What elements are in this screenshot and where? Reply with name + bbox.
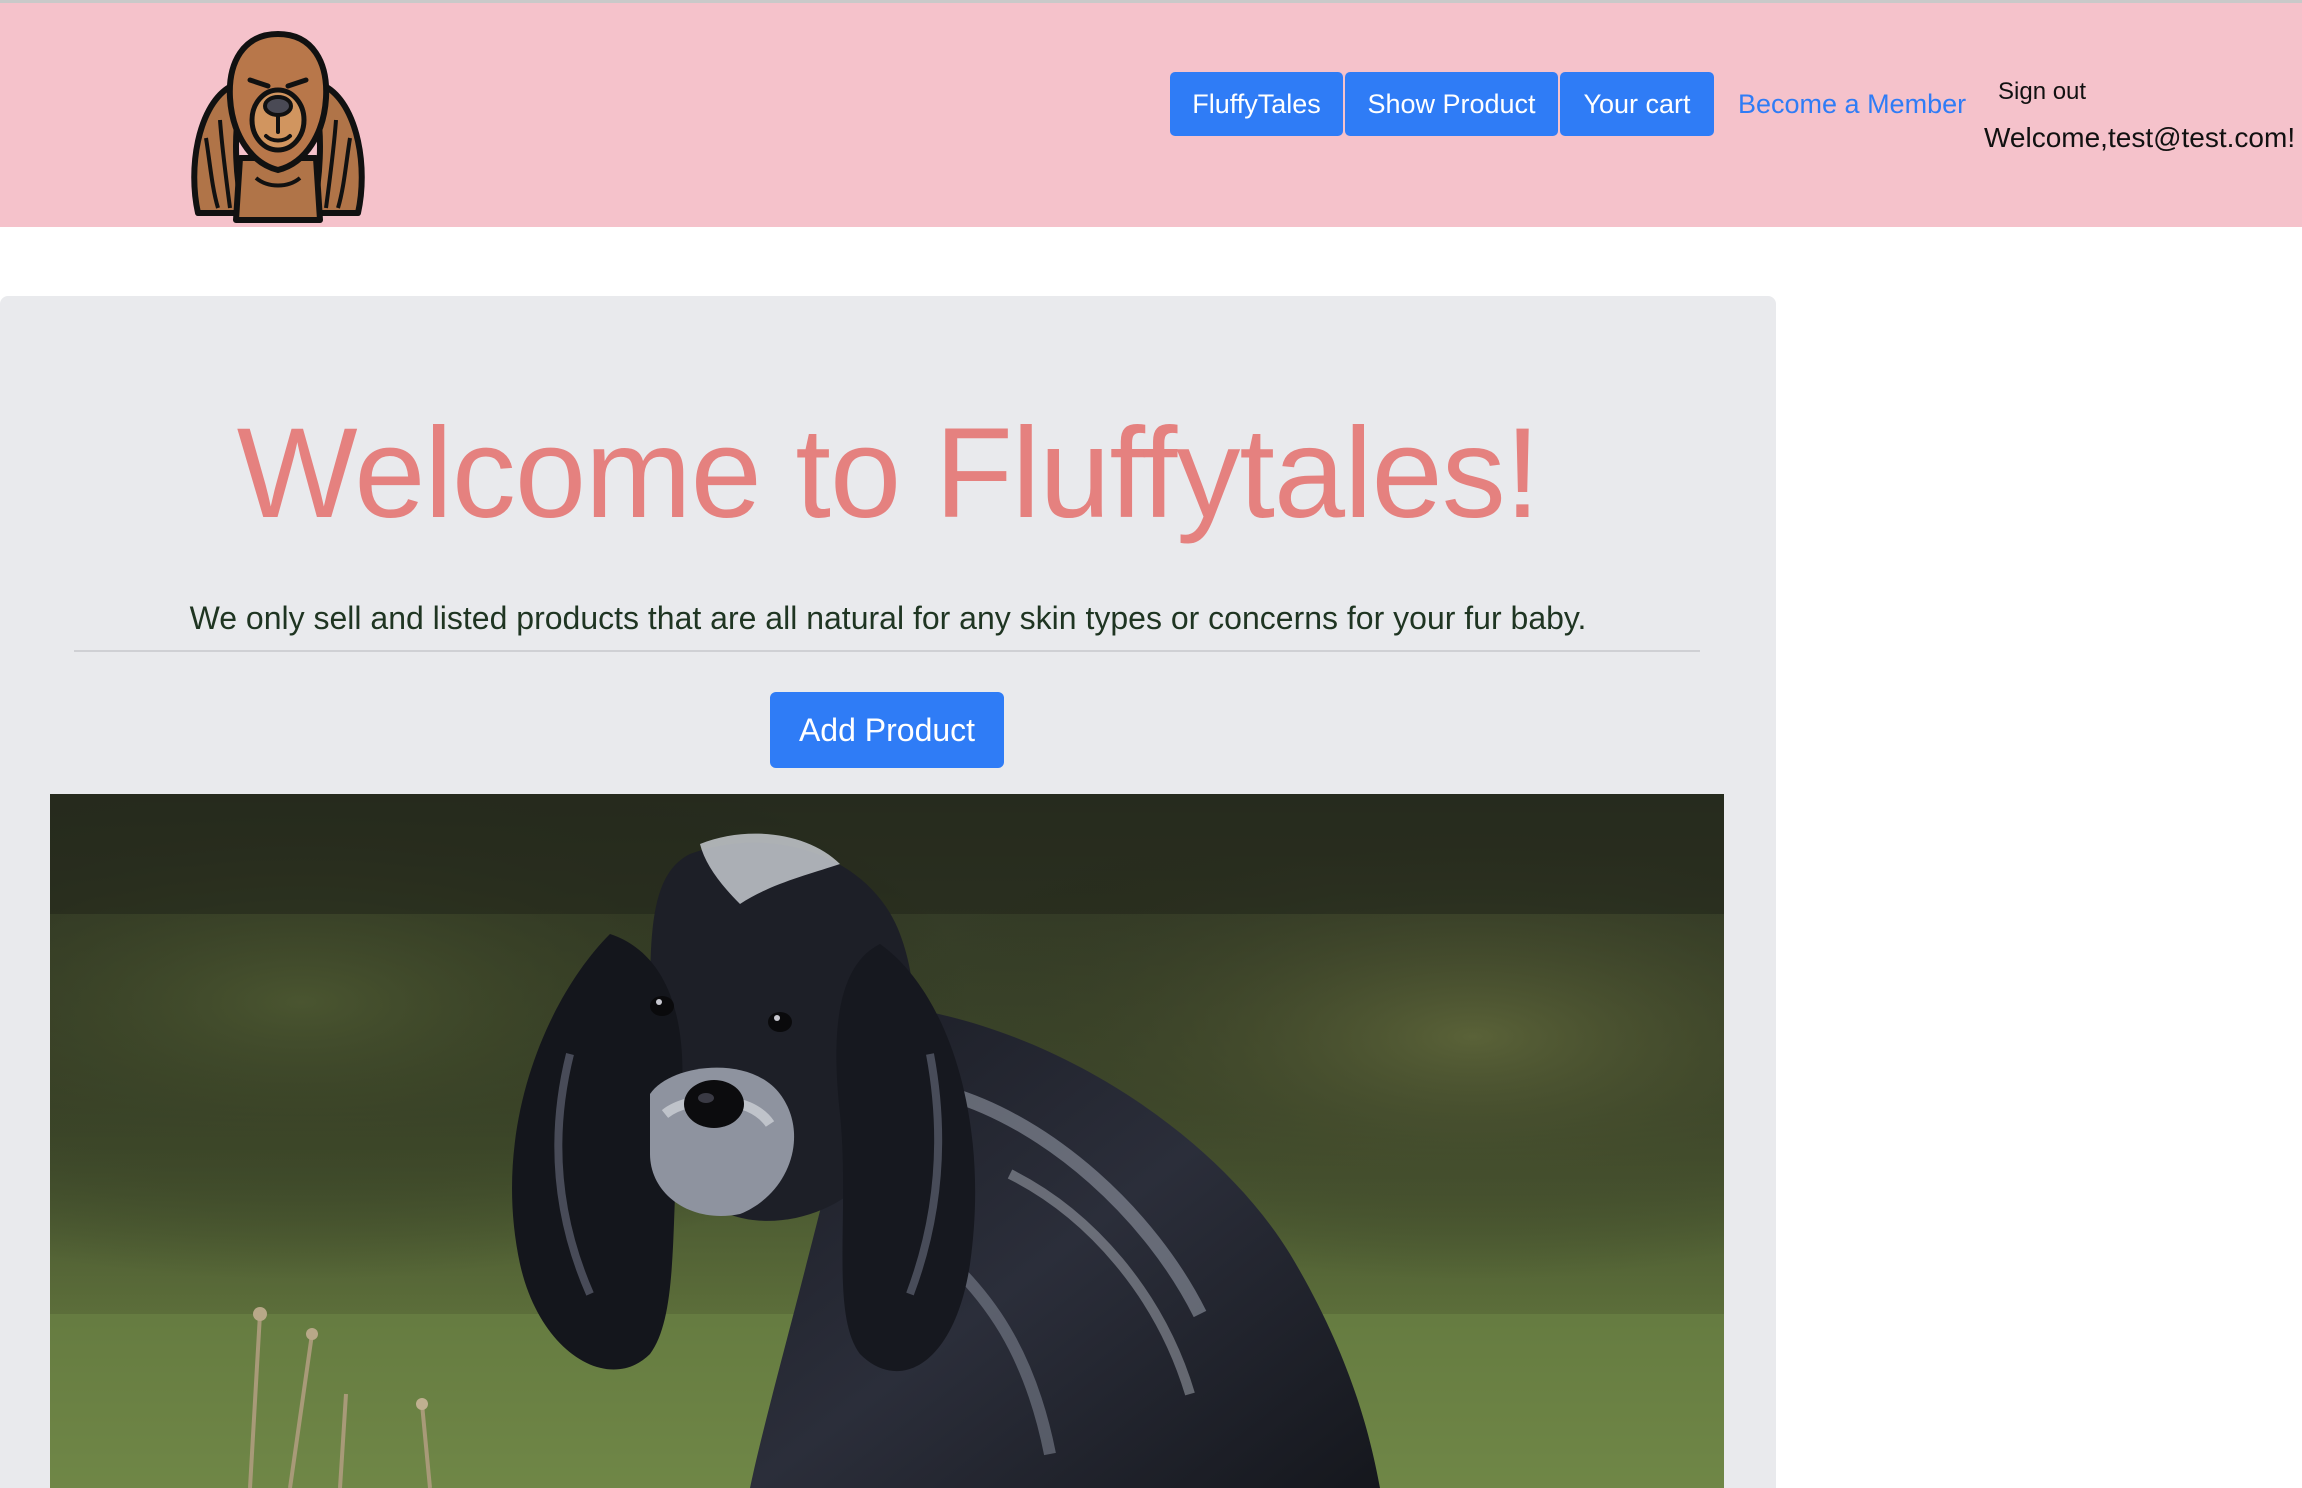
dog-logo-icon[interactable] [188, 28, 368, 226]
become-member-link[interactable]: Become a Member [1738, 82, 1966, 126]
hero-subtitle: We only sell and listed products that ar… [189, 600, 1587, 636]
sign-out-link[interactable]: Sign out [1998, 78, 2086, 106]
divider [74, 650, 1700, 652]
nav-your-cart-button[interactable]: Your cart [1560, 72, 1714, 136]
top-border [0, 0, 2302, 10]
navbar: FluffyTales Show Product Your cart Becom… [0, 10, 2302, 227]
nav-fluffytales-button[interactable]: FluffyTales [1170, 72, 1343, 136]
jumbotron: Welcome to Fluffytales! We only sell and… [0, 296, 1776, 1488]
nav-show-product-button[interactable]: Show Product [1345, 72, 1558, 136]
page-title: Welcome to Fluffytales! [236, 402, 1541, 545]
welcome-user-text: Welcome,test@test.com! [1984, 122, 2296, 153]
add-product-button[interactable]: Add Product [770, 692, 1004, 768]
hero-dog-image [50, 794, 1724, 1488]
